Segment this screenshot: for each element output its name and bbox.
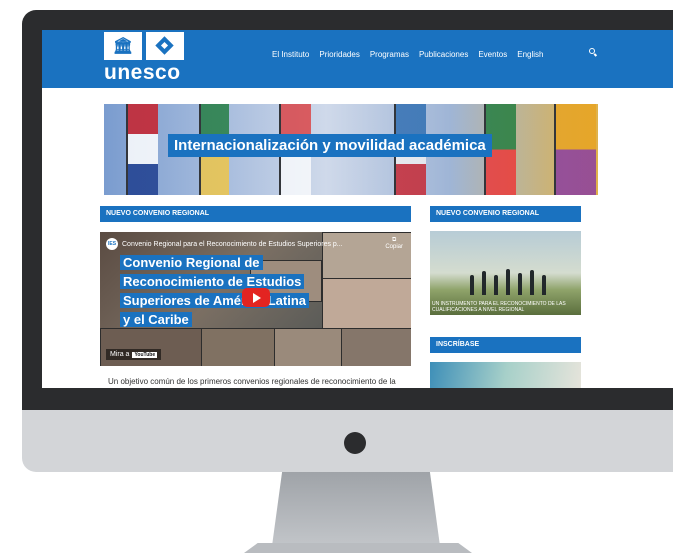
copy-link-button[interactable]: ⧉ Copiar bbox=[385, 237, 403, 250]
nav-item-prioridades[interactable]: Prioridades bbox=[319, 50, 359, 59]
temple-icon: 🏛︎ bbox=[104, 32, 142, 60]
video-tile bbox=[201, 328, 275, 366]
video-title[interactable]: Convenio Regional para el Reconocimiento… bbox=[122, 241, 343, 248]
graduate-figure bbox=[518, 273, 522, 295]
hero-banner: Internacionalización y movilidad académi… bbox=[104, 104, 598, 195]
intro-paragraph: Un objetivo común de los primeros conven… bbox=[108, 377, 396, 386]
graduate-figure bbox=[482, 271, 486, 295]
brand-name[interactable]: unesco bbox=[104, 61, 181, 85]
video-tile bbox=[341, 328, 411, 366]
graduate-figure bbox=[530, 270, 534, 295]
section-header-inscribase: INSCRÍBASE bbox=[430, 337, 581, 353]
video-tile bbox=[322, 278, 411, 330]
graduate-figure bbox=[470, 275, 474, 295]
monitor-stand-neck bbox=[272, 472, 440, 546]
nav-item-programas[interactable]: Programas bbox=[370, 50, 409, 59]
nav-item-english[interactable]: English bbox=[517, 50, 543, 59]
monitor-stand-base bbox=[244, 543, 472, 553]
unesco-logo[interactable]: 🏛︎ bbox=[104, 32, 184, 60]
nav-item-el-instituto[interactable]: El Instituto bbox=[272, 50, 309, 59]
copy-label: Copiar bbox=[385, 244, 403, 250]
video-embed[interactable]: IES Convenio Regional para el Reconocimi… bbox=[100, 232, 411, 366]
flag bbox=[556, 104, 596, 195]
nav-item-eventos[interactable]: Eventos bbox=[478, 50, 507, 59]
banner-title: Internacionalización y movilidad académi… bbox=[168, 134, 492, 157]
graduate-figure bbox=[494, 275, 498, 295]
youtube-logo: YouTube bbox=[132, 351, 158, 358]
monitor-logo-dot bbox=[344, 432, 366, 454]
play-button[interactable] bbox=[242, 288, 270, 307]
flag bbox=[128, 104, 158, 195]
search-icon[interactable] bbox=[589, 48, 597, 56]
inscribase-image[interactable] bbox=[430, 362, 581, 388]
video-overlay-text: Convenio Regional de Reconocimiento de E… bbox=[120, 255, 310, 327]
image-caption: UN INSTRUMENTO PARA EL RECONOCIMIENTO DE… bbox=[432, 301, 566, 313]
video-overlay-title: Convenio Regional de Reconocimiento de E… bbox=[120, 253, 315, 329]
channel-avatar[interactable]: IES bbox=[106, 238, 118, 250]
graduates-image[interactable]: UN INSTRUMENTO PARA EL RECONOCIMIENTO DE… bbox=[430, 231, 581, 315]
watch-label: Mira a bbox=[110, 351, 130, 358]
watch-on-youtube-button[interactable]: Mira a YouTube bbox=[106, 349, 162, 360]
main-nav: El Instituto Prioridades Programas Publi… bbox=[272, 50, 543, 59]
graduate-figure bbox=[542, 275, 546, 295]
diamond-icon bbox=[146, 32, 184, 60]
browser-screen: 🏛︎ unesco El Instituto Prioridades Progr… bbox=[42, 30, 673, 388]
section-header-convenio: NUEVO CONVENIO REGIONAL bbox=[100, 206, 411, 222]
video-tile bbox=[100, 328, 202, 366]
graduate-figure bbox=[506, 269, 510, 295]
copy-icon: ⧉ bbox=[392, 237, 397, 243]
video-header: IES Convenio Regional para el Reconocimi… bbox=[106, 238, 343, 250]
nav-item-publicaciones[interactable]: Publicaciones bbox=[419, 50, 468, 59]
site-header: 🏛︎ unesco El Instituto Prioridades Progr… bbox=[42, 30, 673, 88]
video-tile bbox=[274, 328, 342, 366]
section-header-convenio-right: NUEVO CONVENIO REGIONAL bbox=[430, 206, 581, 222]
